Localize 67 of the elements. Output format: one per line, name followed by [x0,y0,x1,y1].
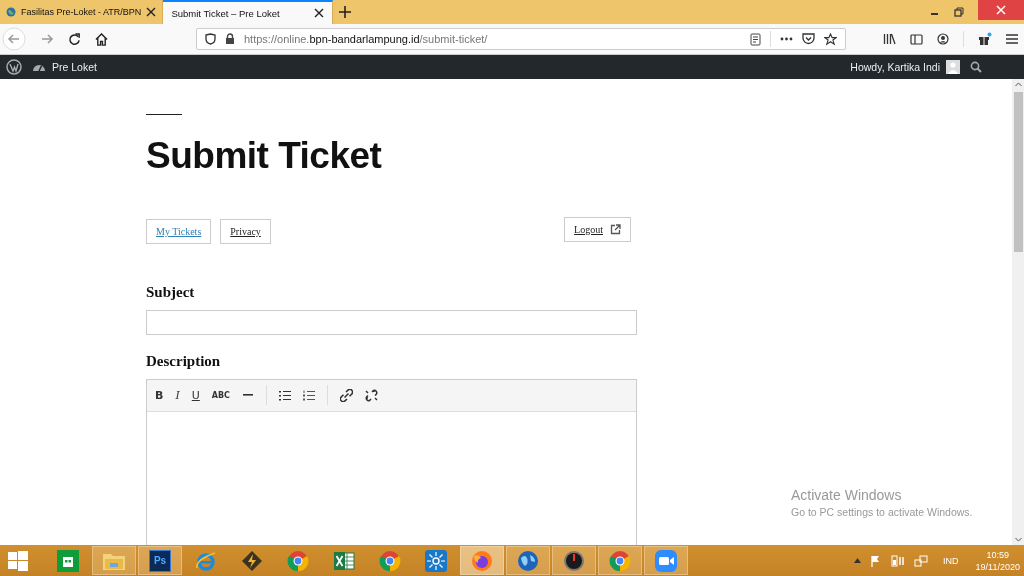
taskbar-button[interactable] [552,546,596,575]
browser-icon [195,549,217,572]
more-icon[interactable] [780,37,793,41]
lightning-icon [241,549,263,572]
close-icon [996,5,1006,15]
nav-link[interactable]: My Tickets [146,218,212,244]
address-bar[interactable]: https://online.bpn-bandarlampung.id/submit-ticket/ [196,28,846,50]
spreadsheet-icon [333,549,355,572]
globe-icon [517,549,539,572]
app-icon [425,549,447,572]
tab-title: Fasilitas Pre-Loket - ATR/BPN [21,7,142,17]
start-icon[interactable] [8,550,28,571]
browser-tab[interactable]: Submit Ticket – Pre Loket [163,0,334,24]
taskbar-button[interactable]: Ps [138,546,182,575]
strikethrough-button[interactable]: ABC [211,390,230,400]
new-tab-icon[interactable] [339,6,352,18]
reload-icon[interactable] [68,32,81,46]
lock-icon [225,33,235,45]
reader-view-icon[interactable] [750,32,761,46]
shield-icon [205,33,216,45]
globe-icon [6,7,16,17]
search-icon[interactable] [970,61,982,73]
close-icon[interactable] [146,7,157,17]
home-icon[interactable] [95,32,108,46]
wordpress-logo-icon[interactable] [6,59,22,75]
field-label: Description [146,352,222,370]
speedometer-icon [563,549,585,572]
external-link-icon [610,223,621,235]
page-title: Submit Ticket [146,136,383,177]
menu-icon[interactable] [1006,34,1018,44]
avatar-icon [946,60,960,74]
tab-title: Submit Ticket – Pre Loket [171,7,281,19]
bold-button[interactable]: B [155,388,164,402]
unlink-icon[interactable] [365,388,378,402]
underline-button[interactable]: U [191,388,200,402]
chrome-icon [609,549,631,572]
activation-notice: Go to PC settings to activate Windows. [791,506,973,518]
battery-icon[interactable] [891,554,906,567]
video-camera-icon [655,549,677,572]
restore-icon[interactable] [954,7,964,17]
nav-link[interactable]: Privacy [220,218,271,244]
activation-title: Activate Windows [791,487,903,503]
gift-icon[interactable] [978,32,992,46]
url-text: https://online.bpn-bandarlampung.id/submit-ticket/ [244,33,488,45]
firefox-icon [471,549,493,572]
chrome-icon [287,549,309,572]
photoshop-icon: Ps [149,549,171,572]
account-icon[interactable] [937,33,949,45]
close-icon[interactable] [314,8,325,18]
numbered-list-icon[interactable] [303,389,315,401]
field-label: Subject [146,283,196,301]
account-menu[interactable]: Howdy, Kartika Indi [850,60,960,74]
site-link[interactable]: Pre Loket [32,61,97,73]
logout-link[interactable]: Logout [564,216,631,242]
store-icon [57,549,79,572]
show-hidden-icons[interactable] [854,558,862,563]
sidebar-icon[interactable] [910,33,923,45]
star-icon[interactable] [824,32,837,46]
subject-field[interactable] [146,309,637,335]
library-icon[interactable] [883,33,896,45]
pocket-icon[interactable] [802,33,815,45]
forward-icon[interactable] [40,32,54,46]
link-icon[interactable] [340,388,353,402]
bulleted-list-icon[interactable] [279,389,291,401]
chrome-icon [379,549,401,572]
italic-button[interactable]: I [175,388,180,402]
text-editor[interactable]: B I U ABC [146,378,637,545]
